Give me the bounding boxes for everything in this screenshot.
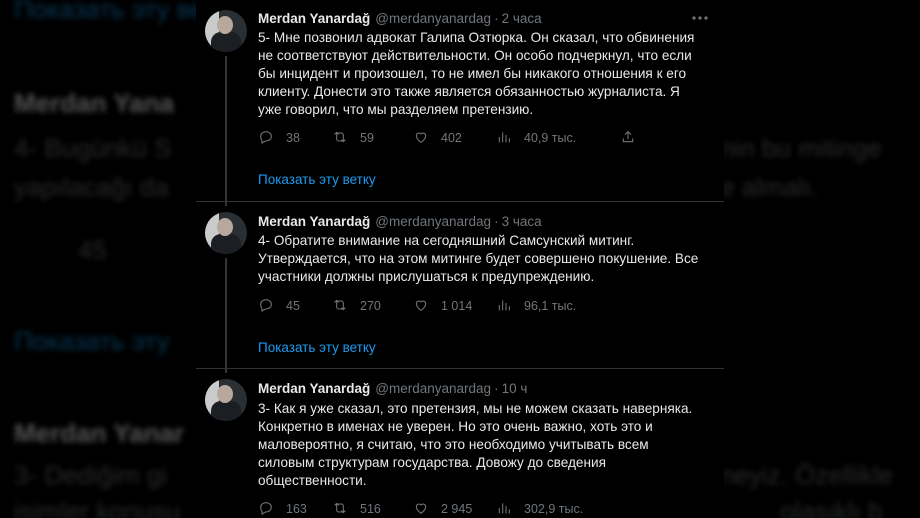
reply-button[interactable]: 38 [258,128,300,148]
tweet-text: 5- Мне позвонил адвокат Галипа Озтюрка. … [258,30,695,117]
views-count: 96,1 тыс. [524,299,577,313]
timeline-column: Merdan Yanardağ @merdanyanardag · 2 часа… [196,0,724,518]
like-count: 1 014 [441,299,473,313]
retweet-count: 270 [360,299,381,313]
separator-dot: · [494,10,499,26]
tweet-time[interactable]: 3 часа [502,214,542,229]
views-button[interactable]: 302,9 тыс. [496,499,583,518]
left-dim-overlay [0,0,196,518]
show-thread-link[interactable]: Показать эту ветку [258,172,376,187]
tweet-time[interactable]: 2 часа [502,11,542,26]
views-icon [496,129,512,148]
retweet-button[interactable]: 270 [332,296,381,316]
like-icon [413,129,429,148]
views-button[interactable]: 40,9 тыс. [496,128,576,148]
reply-icon [258,129,274,148]
like-button[interactable]: 2 945 [413,499,472,518]
reply-button[interactable]: 163 [258,499,307,518]
views-button[interactable]: 96,1 тыс. [496,296,576,316]
separator-dot: · [494,213,499,229]
tweet-actions: 45 270 1 014 96,1 тыс. [258,296,658,316]
more-icon[interactable] [690,8,710,28]
views-icon [496,297,512,316]
tweet-header: Merdan Yanardağ @merdanyanardag · 10 ч [258,378,710,398]
avatar[interactable] [205,212,247,254]
views-count: 40,9 тыс. [524,131,577,145]
author-name[interactable]: Merdan Yanardağ [258,381,370,396]
tweet-header: Merdan Yanardağ @merdanyanardag · 3 часа [258,211,710,231]
views-count: 302,9 тыс. [524,502,584,516]
tweet[interactable]: Merdan Yanardağ @merdanyanardag · 3 часа… [196,202,724,373]
reply-icon [258,500,274,518]
like-button[interactable]: 1 014 [413,296,472,316]
tweet-text: 3- Как я уже сказал, это претензия, мы н… [258,401,693,488]
retweet-icon [332,500,348,518]
author-handle[interactable]: @merdanyanardag [375,214,491,229]
like-icon [413,500,429,518]
retweet-button[interactable]: 59 [332,128,374,148]
author-handle[interactable]: @merdanyanardag [375,11,491,26]
views-icon [496,500,512,518]
avatar[interactable] [205,10,247,52]
like-icon [413,297,429,316]
author-name[interactable]: Merdan Yanardağ [258,214,370,229]
reply-button[interactable]: 45 [258,296,300,316]
reply-count: 45 [286,299,300,313]
reply-count: 163 [286,502,307,516]
thread-line [225,56,227,206]
author-handle[interactable]: @merdanyanardag [375,381,491,396]
avatar[interactable] [205,379,247,421]
retweet-count: 516 [360,502,381,516]
retweet-icon [332,129,348,148]
tweet-time[interactable]: 10 ч [502,381,528,396]
tweet[interactable]: Merdan Yanardağ @merdanyanardag · 2 часа… [196,0,724,206]
like-count: 402 [441,131,462,145]
retweet-icon [332,297,348,316]
thread-line [225,258,227,373]
right-dim-overlay [724,0,920,518]
reply-icon [258,297,274,316]
retweet-button[interactable]: 516 [332,499,381,518]
show-thread-link[interactable]: Показать эту ветку [258,340,376,355]
tweet-header: Merdan Yanardağ @merdanyanardag · 2 часа [258,8,710,28]
tweet-actions: 163 516 2 945 302,9 тыс. [258,499,658,518]
reply-count: 38 [286,131,300,145]
like-count: 2 945 [441,502,473,516]
author-name[interactable]: Merdan Yanardağ [258,11,370,26]
separator-dot: · [494,380,499,396]
tweet-actions: 38 59 402 40,9 тыс. [258,128,658,148]
share-icon [620,129,636,148]
like-button[interactable]: 402 [413,128,462,148]
share-button[interactable] [620,128,636,148]
tweet-text: 4- Обратите внимание на сегодняшний Самс… [258,233,699,284]
retweet-count: 59 [360,131,374,145]
tweet[interactable]: Merdan Yanardağ @merdanyanardag · 10 ч 3… [196,369,724,518]
